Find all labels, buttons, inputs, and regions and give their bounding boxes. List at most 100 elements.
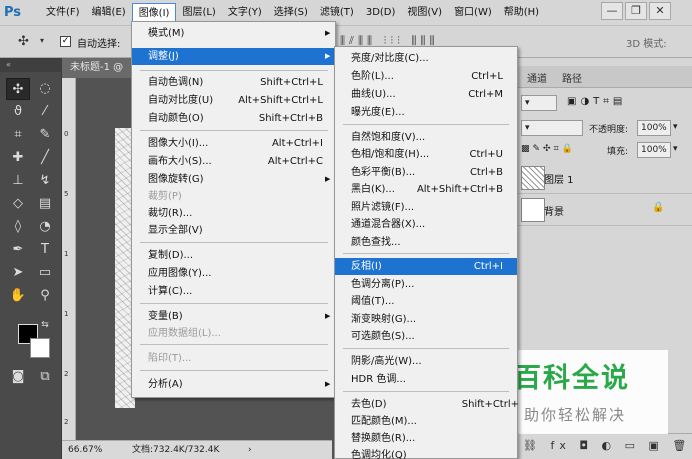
menu-item-channel-mixer[interactable]: 通道混合器(X)... (335, 216, 517, 233)
menu-item-image-rotation[interactable]: 图像旋转(G) ▶ (132, 171, 335, 188)
menu-item-curves[interactable]: 曲线(U)... Ctrl+M (335, 86, 517, 103)
menu-image[interactable]: 图像(I) (131, 2, 177, 23)
menu-item-selective-color[interactable]: 可选颜色(S)... (335, 328, 517, 345)
menu-item-duplicate[interactable]: 复制(D)... (132, 247, 335, 264)
auto-select-checkbox[interactable]: ✓ (60, 36, 71, 47)
close-button[interactable]: ✕ (649, 2, 671, 20)
menu-item-trim[interactable]: 裁切(R)... (132, 205, 335, 222)
menu-item-color-balance[interactable]: 色彩平衡(B)... Ctrl+B (335, 164, 517, 181)
lasso-tool-icon[interactable]: ϑ (6, 101, 30, 123)
brush-tool-icon[interactable]: ╱ (33, 147, 57, 169)
tab-channels[interactable]: 通道 (527, 70, 547, 85)
menu-item-auto-color[interactable]: 自动颜色(O) Shift+Ctrl+B (132, 110, 335, 127)
history-brush-tool-icon[interactable]: ↯ (33, 170, 57, 192)
clone-stamp-tool-icon[interactable]: ⊥ (6, 170, 30, 192)
menu-item-calculations[interactable]: 计算(C)... (132, 283, 335, 300)
menu-item-variables[interactable]: 变量(B) ▶ (132, 308, 335, 325)
menu-file[interactable]: 文件(F) (40, 3, 86, 23)
menu-item-auto-contrast[interactable]: 自动对比度(U) Alt+Shift+Ctrl+L (132, 92, 335, 109)
eyedropper-tool-icon[interactable]: ✎ (33, 124, 57, 146)
menu-window[interactable]: 窗口(W) (448, 3, 498, 23)
type-tool-icon[interactable]: T (33, 239, 57, 261)
layer-kind-select[interactable]: ▾ (521, 95, 557, 111)
menu-view[interactable]: 视图(V) (401, 3, 448, 23)
layer-filter-icons[interactable]: ▣◑T⌗▤ (567, 96, 626, 107)
opacity-dropdown-icon[interactable]: ▾ (673, 122, 678, 132)
background-color-swatch[interactable] (30, 338, 50, 358)
menu-item-match-color[interactable]: 匹配颜色(M)... (335, 413, 517, 430)
tools-panel-collapse-icon[interactable]: « (0, 58, 62, 72)
rectangle-tool-icon[interactable]: ▭ (33, 262, 57, 284)
layer-row-background[interactable]: 背景 🔒 (517, 195, 692, 226)
move-tool-icon[interactable]: ✣ (6, 78, 30, 100)
menu-item-trap: 陷印(T)... (148, 353, 192, 364)
blend-mode-select[interactable]: ▾ (521, 120, 583, 136)
zoom-level[interactable]: 66.67% (68, 441, 102, 459)
submenu-arrow-icon: ▶ (325, 175, 331, 183)
gradient-tool-icon[interactable]: ▤ (33, 193, 57, 215)
path-selection-tool-icon[interactable]: ➤ (6, 262, 30, 284)
menu-item-reveal-all[interactable]: 显示全部(V) (132, 222, 335, 239)
opacity-input[interactable]: 100% (637, 120, 671, 136)
menu-3d[interactable]: 3D(D) (360, 3, 402, 23)
menu-filter[interactable]: 滤镜(T) (314, 3, 360, 23)
zoom-tool-icon[interactable]: ⚲ (33, 285, 57, 307)
menu-item-levels[interactable]: 色阶(L)... Ctrl+L (335, 68, 517, 85)
menu-item-auto-tone[interactable]: 自动色调(N) Shift+Ctrl+L (132, 74, 335, 91)
menu-item-invert[interactable]: 反相(I) Ctrl+I (335, 258, 517, 275)
menu-layer[interactable]: 图层(L) (176, 3, 221, 23)
menu-item-color-lookup[interactable]: 颜色查找... (335, 234, 517, 251)
menu-item-photo-filter[interactable]: 照片滤镜(F)... (335, 199, 517, 216)
menu-item-equalize[interactable]: 色调均化(Q) (335, 447, 517, 459)
menu-item-replace-color[interactable]: 替换颜色(R)... (335, 430, 517, 447)
vertical-ruler: 0 5 1 1 2 2 (62, 78, 76, 440)
blur-tool-icon[interactable]: ◊ (6, 216, 30, 238)
move-tool-icon[interactable]: ✣ (18, 34, 29, 49)
fill-dropdown-icon[interactable]: ▾ (673, 144, 678, 154)
fill-input[interactable]: 100% (637, 142, 671, 158)
pen-tool-icon[interactable]: ✒ (6, 239, 30, 261)
document-tab[interactable]: 未标题-1 @ (62, 58, 132, 78)
tab-paths[interactable]: 路径 (562, 70, 582, 85)
menu-item-posterize[interactable]: 色调分离(P)... (335, 276, 517, 293)
menu-item-mode[interactable]: 模式(M) ▶ (132, 25, 335, 42)
menu-item-gradient-map[interactable]: 渐变映射(G)... (335, 311, 517, 328)
menu-item-threshold[interactable]: 阈值(T)... (335, 293, 517, 310)
tool-preset-dropdown-icon[interactable]: ▾ (40, 36, 44, 45)
menu-item-adjustments[interactable]: 调整(J) ▶ (132, 48, 335, 65)
layer-row-1[interactable]: 图层 1 (517, 163, 692, 194)
menu-item-hdr-toning[interactable]: HDR 色调... (335, 371, 517, 388)
eraser-tool-icon[interactable]: ◇ (6, 193, 30, 215)
marquee-tool-icon[interactable]: ◌ (33, 78, 57, 100)
minimize-button[interactable]: — (601, 2, 623, 20)
menu-item-image-size[interactable]: 图像大小(I)... Alt+Ctrl+I (132, 135, 335, 152)
crop-tool-icon[interactable]: ⌗ (6, 124, 30, 146)
ruler-mark: 1 (64, 310, 69, 318)
menu-type[interactable]: 文字(Y) (222, 3, 268, 23)
menu-item-exposure[interactable]: 曝光度(E)... (335, 104, 517, 121)
menu-edit[interactable]: 编辑(E) (86, 3, 132, 23)
menu-item-desaturate[interactable]: 去色(D) Shift+Ctrl+ (335, 396, 519, 413)
menu-select[interactable]: 选择(S) (268, 3, 314, 23)
menu-item-vibrance[interactable]: 自然饱和度(V)... (335, 129, 517, 146)
swap-colors-icon[interactable]: ⇆ (38, 318, 52, 332)
menu-item-apply-image[interactable]: 应用图像(Y)... (132, 265, 335, 282)
layer-actions-icons[interactable]: ⛓ fx ◘ ◐ ▭ ▣ 🗑 (523, 439, 691, 452)
menu-item-brightness-contrast[interactable]: 亮度/对比度(C)... (335, 50, 517, 67)
menu-item-shadows-highlights[interactable]: 阴影/高光(W)... (335, 353, 517, 370)
quick-mask-icon[interactable]: ◙ (6, 366, 30, 388)
menu-item-black-white[interactable]: 黑白(K)... Alt+Shift+Ctrl+B (335, 181, 517, 198)
restore-button[interactable]: ❐ (625, 2, 647, 20)
status-menu-arrow-icon[interactable]: › (248, 441, 252, 459)
menu-item-analysis[interactable]: 分析(A) ▶ (132, 376, 335, 393)
menu-help[interactable]: 帮助(H) (498, 3, 545, 23)
magic-wand-tool-icon[interactable]: ⁄ (33, 101, 57, 123)
menu-item-hue-saturation[interactable]: 色相/饱和度(H)... Ctrl+U (335, 146, 517, 163)
hand-tool-icon[interactable]: ✋ (6, 285, 30, 307)
healing-brush-tool-icon[interactable]: ✚ (6, 147, 30, 169)
lock-icons[interactable]: ▩✎✣⌗🔒 (521, 144, 576, 154)
menu-item-apply-data-set: 应用数据组(L)... (148, 328, 221, 339)
screen-mode-icon[interactable]: ⧉ (33, 366, 57, 388)
menu-item-canvas-size[interactable]: 画布大小(S)... Alt+Ctrl+C (132, 153, 335, 170)
dodge-tool-icon[interactable]: ◔ (33, 216, 57, 238)
